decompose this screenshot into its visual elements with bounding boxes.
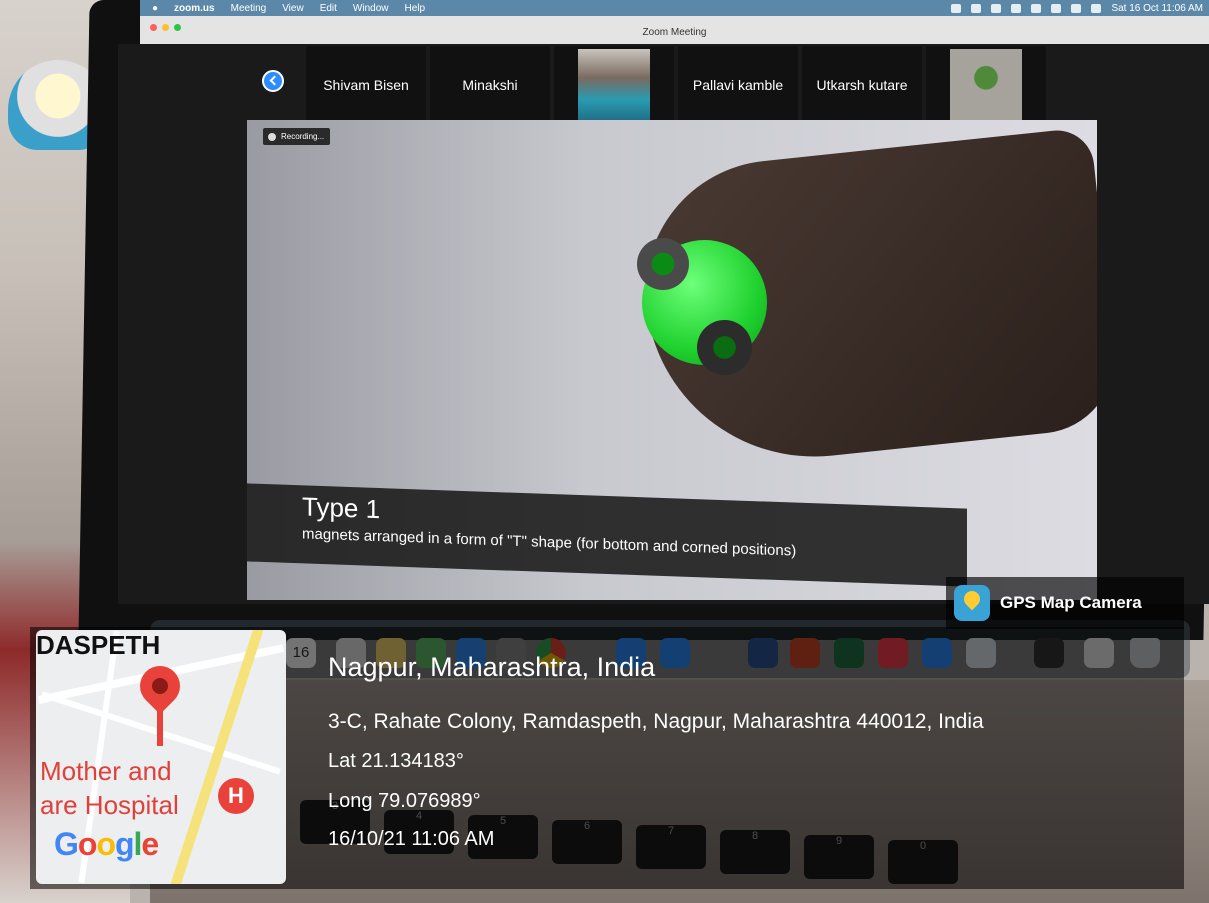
menu-meeting[interactable]: Meeting xyxy=(231,3,267,14)
menu-window[interactable]: Window xyxy=(353,3,389,14)
participant-name: Minakshi xyxy=(462,77,518,93)
menu-edit[interactable]: Edit xyxy=(320,3,337,14)
menu-view[interactable]: View xyxy=(282,3,304,14)
map-poi-line2: are Hospital xyxy=(40,790,179,820)
participant-strip: Shivam Bisen Minakshi Pallavi kamble Utk… xyxy=(306,46,1046,126)
close-window-icon[interactable] xyxy=(150,24,157,31)
zoom-window-icon[interactable] xyxy=(174,24,181,31)
map-poi-label: Mother and are Hospital xyxy=(40,754,179,822)
video-caption: Type 1 magnets arranged in a form of "T"… xyxy=(247,483,967,587)
gps-brand-label: GPS Map Camera xyxy=(1000,593,1142,612)
location-address: 3-C, Rahate Colony, Ramdaspeth, Nagpur, … xyxy=(328,710,984,733)
menu-app[interactable]: zoom.us xyxy=(174,3,215,14)
participant-video-thumbnail xyxy=(578,49,650,121)
participant-tile[interactable]: Minakshi xyxy=(430,46,550,124)
calendar-status-icon[interactable] xyxy=(991,3,1002,13)
participant-tile-video[interactable] xyxy=(926,46,1046,124)
participant-video-thumbnail xyxy=(950,49,1022,121)
battery-icon[interactable] xyxy=(1031,3,1042,13)
control-center-icon[interactable] xyxy=(1091,3,1102,13)
recording-indicator: Recording... xyxy=(263,128,331,145)
participant-tile[interactable]: Pallavi kamble xyxy=(678,46,798,124)
menu-help[interactable]: Help xyxy=(405,3,426,14)
participant-tile-video[interactable] xyxy=(554,46,674,124)
minimize-window-icon[interactable] xyxy=(162,24,169,31)
magnet-ring-photo xyxy=(637,238,689,290)
map-poi-line1: Mother and xyxy=(40,756,172,786)
caption-text: magnets arranged in a form of "T" shape … xyxy=(302,525,797,560)
zoom-status-icon[interactable] xyxy=(951,3,962,13)
wifi-icon[interactable] xyxy=(1051,3,1062,13)
location-datetime: 16/10/21 11:06 AM xyxy=(328,828,495,850)
menubar-clock[interactable]: Sat 16 Oct 11:06 AM xyxy=(1111,3,1203,14)
bluetooth-icon[interactable] xyxy=(1011,3,1022,13)
magnet-ring-photo xyxy=(697,320,752,375)
hospital-marker-icon: H xyxy=(218,778,254,814)
location-longitude: Long 79.076989° xyxy=(328,790,481,812)
mac-menubar: ● zoom.us Meeting View Edit Window Help … xyxy=(140,0,1209,16)
location-city: Nagpur, Maharashtra, India xyxy=(328,652,656,682)
gps-camera-badge: GPS Map Camera xyxy=(946,577,1184,629)
location-pin-tail xyxy=(157,710,163,746)
location-latitude: Lat 21.134183° xyxy=(328,750,464,772)
participant-name: Utkarsh kutare xyxy=(816,77,908,93)
window-title: Zoom Meeting xyxy=(642,27,707,38)
map-area-label: DASPETH xyxy=(36,630,161,660)
participant-tile[interactable]: Utkarsh kutare xyxy=(802,46,922,124)
participant-tile[interactable]: Shivam Bisen xyxy=(306,46,426,124)
apple-icon[interactable]: ● xyxy=(152,3,158,14)
participant-name: Pallavi kamble xyxy=(692,77,784,93)
caption-title: Type 1 xyxy=(302,491,381,525)
zoom-titlebar: Zoom Meeting xyxy=(140,16,1209,44)
location-map: DASPETH Mother and are Hospital H Google xyxy=(36,630,286,884)
shared-screen-video[interactable]: Recording... Type 1 magnets arranged in … xyxy=(247,120,1097,600)
back-icon[interactable] xyxy=(262,70,284,92)
gps-camera-logo-icon xyxy=(954,585,990,621)
google-logo: Google xyxy=(54,826,159,862)
safari-icon[interactable] xyxy=(971,3,982,13)
spotlight-icon[interactable] xyxy=(1071,3,1082,13)
participant-name: Shivam Bisen xyxy=(323,77,409,93)
